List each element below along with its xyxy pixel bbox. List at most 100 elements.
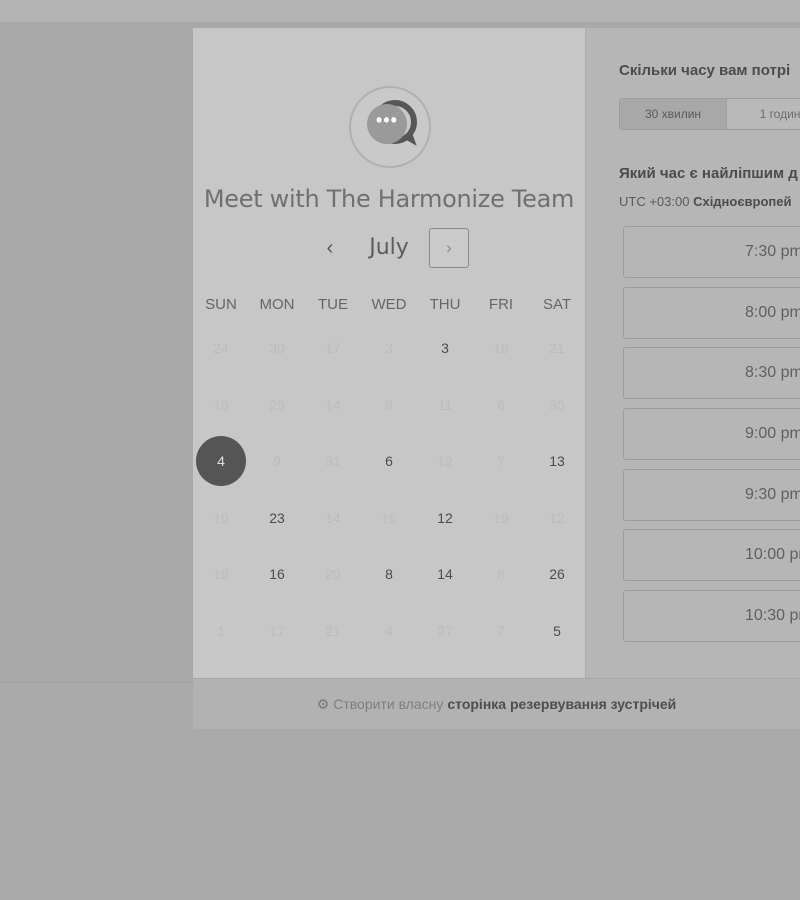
calendar-day: 31 (305, 433, 361, 490)
calendar-day-number: 25 (269, 396, 285, 413)
calendar-day-number: 30 (269, 340, 285, 357)
time-slot-label: 10:00 pm (745, 546, 800, 564)
calendar-day-number: 12 (549, 509, 565, 526)
calendar-day-number: 30 (549, 396, 565, 413)
calendar-day-number: 12 (437, 509, 453, 526)
calendar-day: 14 (305, 490, 361, 547)
calendar-day[interactable]: 3 (417, 320, 473, 377)
weekday-label: WED (371, 296, 407, 313)
calendar-day[interactable]: 14 (417, 546, 473, 603)
calendar-day: 8 (473, 546, 529, 603)
calendar-day[interactable]: 12 (417, 490, 473, 547)
calendar-day-number: 17 (325, 340, 341, 357)
time-slot-label: 8:30 pm (745, 364, 800, 382)
duration-tab-30[interactable]: 30 хвилин (620, 99, 727, 129)
page-header-band (0, 0, 800, 22)
calendar-day-number: 9 (273, 453, 281, 470)
calendar-day-number: 14 (325, 396, 341, 413)
time-slot-button[interactable]: 8:30 pm (623, 347, 800, 400)
calendar-day-number: 21 (549, 340, 565, 357)
calendar-week-row: 15 25 14 8 11 6 30 (193, 377, 585, 434)
calendar-day: 16 (361, 490, 417, 547)
calendar-week-row: 10 23 14 16 12 19 12 (193, 490, 585, 547)
time-slot-label: 10:30 pm (745, 607, 800, 625)
calendar-day-number: 8 (385, 566, 393, 583)
calendar-day: 27 (417, 603, 473, 660)
weekday-label: SUN (205, 296, 237, 313)
calendar-week-row: 1 17 21 4 27 7 5 (193, 603, 585, 660)
calendar-day-number: 18 (493, 340, 509, 357)
duration-tab-60[interactable]: 1 годин (727, 99, 800, 129)
calendar-day-number: 6 (497, 396, 505, 413)
calendar-day: 21 (305, 603, 361, 660)
calendar-day: 21 (529, 320, 585, 377)
calendar-day-number: 17 (269, 622, 285, 639)
calendar-day-number: 11 (437, 396, 453, 413)
time-slot-label: 9:30 pm (745, 485, 800, 503)
calendar-day[interactable]: 5 (529, 603, 585, 660)
calendar-grid: SUN MON TUE WED THU FRI SAT 24 30 17 3 3 18 21 15 25 14… (193, 290, 585, 659)
weekday-header-row: SUN MON TUE WED THU FRI SAT (193, 290, 585, 320)
calendar-day: 11 (417, 377, 473, 434)
calendar-day-number: 24 (213, 340, 229, 357)
calendar-day: 7 (473, 433, 529, 490)
calendar-day-number: 27 (437, 622, 453, 639)
calendar-day-number: 4 (385, 622, 393, 639)
calendar-day: 15 (193, 377, 249, 434)
calendar-day: 30 (249, 320, 305, 377)
calendar-day-number: 8 (497, 566, 505, 583)
calendar-day[interactable]: 8 (361, 546, 417, 603)
calendar-day: 19 (473, 490, 529, 547)
month-navigation: ‹ July › (193, 228, 585, 270)
calendar-day: 7 (473, 603, 529, 660)
time-slot-label: 7:30 pm (745, 243, 800, 260)
calendar-day[interactable]: 16 (249, 546, 305, 603)
calendar-day: 18 (473, 320, 529, 377)
calendar-day: 8 (361, 377, 417, 434)
calendar-day: 12 (529, 490, 585, 547)
time-slot-button[interactable]: 9:30 pm (623, 468, 800, 521)
calendar-day-number: 4 (196, 436, 246, 487)
calendar-day: 3 (361, 320, 417, 377)
footer-link[interactable]: ⚙ Створити власну сторінка резервування … (193, 678, 800, 729)
weekday-label: FRI (488, 296, 514, 313)
meetings-widget: ••• Meet with The Harmonize Team ‹ July … (193, 28, 800, 729)
calendar-day-selected[interactable]: 4 (193, 433, 249, 490)
calendar-day: 1 (193, 603, 249, 660)
timezone-name: Східноєвропей (693, 194, 792, 209)
calendar-day: 9 (249, 433, 305, 490)
time-slot-button[interactable]: 7:30 pm (623, 226, 800, 278)
time-slot-label: 9:00 pm (745, 425, 800, 443)
calendar-day-number: 3 (441, 340, 449, 357)
calendar-day: 20 (305, 546, 361, 603)
footer-link-text[interactable]: сторінка резервування зустрічей (447, 696, 676, 712)
calendar-day: 14 (305, 377, 361, 434)
calendar-day-number: 10 (213, 509, 229, 526)
calendar-day-number: 8 (385, 396, 393, 413)
calendar-weeks: 24 30 17 3 3 18 21 15 25 14 8 11 6 30 4 9 31 6 12 7 13 10 23 14… (193, 320, 585, 659)
time-slot-button[interactable]: 10:00 pm (623, 529, 800, 582)
calendar-day-number: 19 (493, 509, 509, 526)
page-title: Meet with The Harmonize Team (203, 185, 575, 213)
weekday-label: TUE (318, 296, 348, 313)
calendar-day[interactable]: 23 (249, 490, 305, 547)
month-label: July (369, 235, 409, 260)
calendar-day-number: 14 (437, 566, 453, 583)
calendar-day-number: 7 (497, 453, 505, 470)
calendar-day[interactable]: 6 (361, 433, 417, 490)
calendar-day: 17 (305, 320, 361, 377)
timezone-offset: UTC +03:00 (619, 194, 690, 209)
calendar-day-number: 6 (385, 453, 393, 470)
calendar-week-row: 4 9 31 6 12 7 13 (193, 433, 585, 490)
calendar-day[interactable]: 13 (529, 433, 585, 490)
calendar-day[interactable]: 26 (529, 546, 585, 603)
prev-month-button[interactable]: ‹ (317, 234, 343, 262)
time-slot-button[interactable]: 9:00 pm (623, 408, 800, 461)
ellipsis-icon: ••• (376, 110, 398, 130)
time-slot-button[interactable]: 10:30 pm (623, 590, 800, 643)
calendar-day: 18 (193, 546, 249, 603)
next-month-button[interactable]: › (429, 228, 469, 268)
calendar-day-number: 31 (325, 453, 341, 470)
timezone-selector[interactable]: UTC +03:00 Східноєвропей (619, 194, 791, 209)
time-slot-button[interactable]: 8:00 pm (623, 286, 800, 339)
